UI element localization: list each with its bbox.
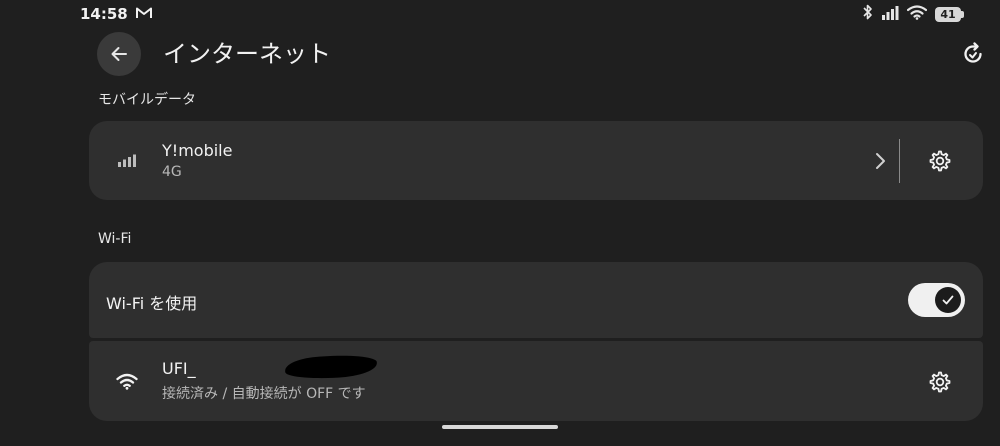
chevron-right-icon[interactable]	[868, 149, 892, 173]
cell-signal-icon	[116, 148, 140, 172]
gmail-icon	[135, 5, 152, 23]
redaction-mark	[284, 353, 378, 381]
refresh-button[interactable]	[957, 38, 989, 70]
wifi-network-icon	[115, 369, 139, 393]
gear-icon	[929, 150, 951, 172]
back-button[interactable]	[97, 32, 141, 76]
status-bar-right: 41	[863, 4, 964, 24]
signal-icon	[881, 5, 899, 24]
vertical-divider	[899, 139, 900, 183]
status-bar-left: 14:58	[80, 4, 152, 24]
carrier-name: Y!mobile	[162, 141, 233, 160]
mobile-data-card[interactable]: Y!mobile 4G	[89, 121, 983, 200]
internet-settings-screen: 14:58 41 インターネット モバイルデータ Y!mobile 4G Wi-…	[0, 0, 1000, 446]
bluetooth-icon	[863, 4, 873, 24]
page-title: インターネット	[163, 40, 331, 68]
back-arrow-icon	[111, 47, 127, 61]
wifi-ssid: UFI_	[162, 359, 196, 378]
wifi-toggle-label: Wi-Fi を使用	[106, 294, 198, 313]
network-type: 4G	[162, 164, 182, 180]
status-time: 14:58	[80, 5, 128, 23]
wifi-status: 接続済み / 自動接続が OFF です	[162, 386, 366, 402]
wifi-network-row[interactable]: UFI_ 接続済み / 自動接続が OFF です	[89, 341, 983, 421]
battery-level: 41	[935, 6, 961, 22]
gear-icon	[929, 371, 951, 393]
gesture-nav-handle[interactable]	[442, 425, 558, 429]
refresh-icon	[964, 42, 982, 63]
section-label-wifi: Wi-Fi	[98, 231, 132, 247]
mobile-settings-button[interactable]	[925, 146, 955, 176]
wifi-icon	[906, 4, 928, 24]
wifi-network-settings-button[interactable]	[925, 367, 955, 397]
section-label-mobile-data: モバイルデータ	[98, 92, 196, 108]
toggle-knob	[935, 287, 961, 313]
wifi-toggle-switch[interactable]	[908, 283, 965, 317]
battery-icon: 41	[935, 6, 964, 22]
check-icon	[942, 295, 954, 305]
wifi-toggle-row[interactable]: Wi-Fi を使用	[89, 262, 983, 338]
